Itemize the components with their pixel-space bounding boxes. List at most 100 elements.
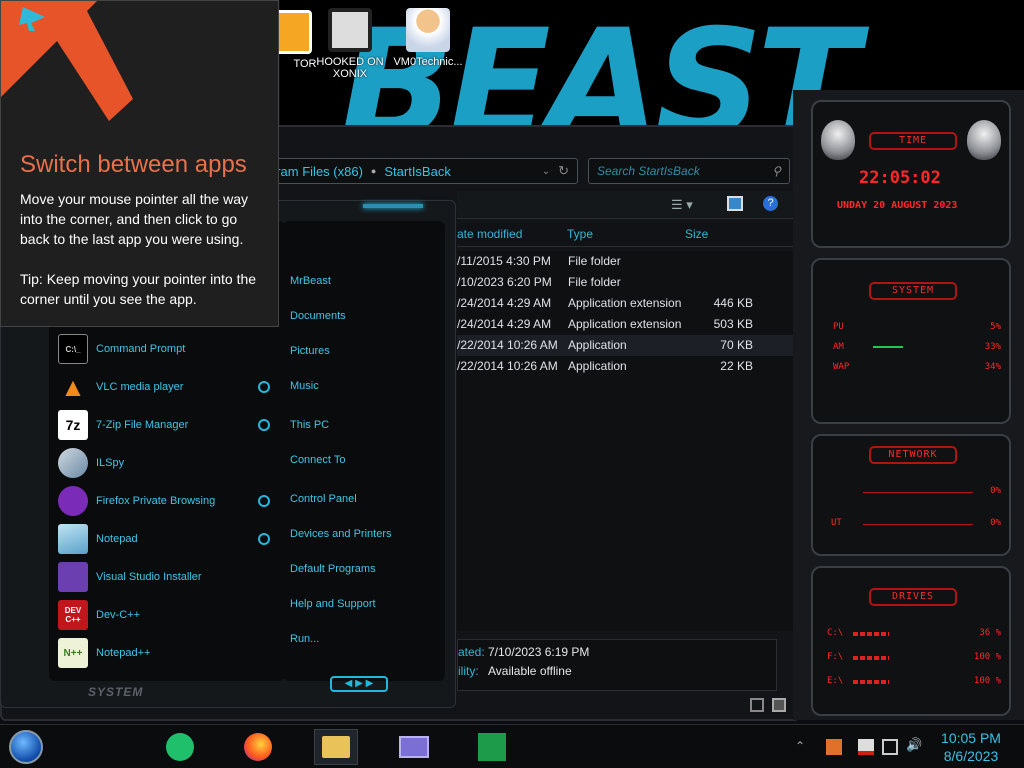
column-type[interactable]: Type xyxy=(567,227,593,241)
desktop-icon-hooked-on-xonix[interactable]: HOOKED ON XONIX xyxy=(314,8,386,80)
taskbar: ⌃ 🔊 10:05 PM 8/6/2023 xyxy=(0,724,1024,768)
table-row[interactable]: /10/2023 6:20 PM File folder xyxy=(457,272,793,293)
table-row[interactable]: /22/2014 10:26 AM Application 22 KB xyxy=(457,356,793,377)
show-hidden-icons-icon[interactable]: ⌃ xyxy=(795,739,811,755)
taskbar-chart-button[interactable] xyxy=(472,729,512,765)
net-out-value: 0% xyxy=(990,518,1001,528)
drive-e-value: 100 % xyxy=(973,676,1001,686)
file-date: /24/2014 4:29 AM xyxy=(457,317,552,331)
start-item-command-prompt[interactable]: C:\_ Command Prompt xyxy=(58,333,282,365)
place-this-pc[interactable]: This PC xyxy=(290,419,329,431)
7zip-icon: 7z xyxy=(58,410,88,440)
jumplist-icon[interactable] xyxy=(258,533,270,545)
place-help-support[interactable]: Help and Support xyxy=(290,598,376,610)
refresh-icon[interactable]: ↻ xyxy=(558,163,569,179)
devcpp-icon: DEV C++ xyxy=(58,600,88,630)
program-label: ILSpy xyxy=(96,457,125,469)
ram-value: 33% xyxy=(984,342,1001,352)
start-item-7zip[interactable]: 7z 7-Zip File Manager xyxy=(58,409,282,441)
taskbar-notes-button[interactable] xyxy=(160,729,200,765)
address-path[interactable]: gram Files (x86) xyxy=(269,164,363,179)
action-center-icon[interactable] xyxy=(858,739,874,755)
desktop-icon-label: VM0Technic... xyxy=(393,56,463,68)
file-size: 70 KB xyxy=(720,338,753,352)
corner-arrow-icon xyxy=(1,1,133,121)
table-row[interactable]: /11/2015 4:30 PM File folder xyxy=(457,251,793,272)
address-current[interactable]: StartIsBack xyxy=(384,164,450,179)
column-size[interactable]: Size xyxy=(685,227,708,241)
place-pictures[interactable]: Pictures xyxy=(290,345,330,357)
nav-arrows-button[interactable]: ◀ ▶ ▶ xyxy=(330,676,388,692)
start-item-notepadpp[interactable]: N++ Notepad++ xyxy=(58,637,282,669)
address-bar[interactable]: gram Files (x86) ● StartIsBack ⌄ ↻ xyxy=(262,158,578,184)
date-value: UNDAY 20 AUGUST 2023 xyxy=(837,200,958,211)
search-input[interactable]: Search StartIsBack ⚲ xyxy=(588,158,790,184)
file-date: /22/2014 10:26 AM xyxy=(457,359,558,373)
desktop-icon-vm0[interactable]: VM0Technic... xyxy=(392,8,464,68)
start-item-devcpp[interactable]: DEV C++ Dev-C++ xyxy=(58,599,282,631)
place-control-panel[interactable]: Control Panel xyxy=(290,493,357,505)
system-label: SYSTEM xyxy=(88,685,144,699)
place-default-programs[interactable]: Default Programs xyxy=(290,563,376,575)
breadcrumb-separator-icon: ● xyxy=(370,166,377,176)
file-type: Application xyxy=(568,338,627,352)
column-date-modified[interactable]: ate modified xyxy=(457,227,522,241)
help-icon[interactable]: ? xyxy=(763,196,778,211)
search-icon[interactable]: ⚲ xyxy=(772,164,781,178)
table-row[interactable]: /24/2014 4:29 AM Application extension 4… xyxy=(457,293,793,314)
alien-head-icon xyxy=(821,120,855,160)
start-button[interactable] xyxy=(6,729,46,765)
notepadpp-icon: N++ xyxy=(58,638,88,668)
file-date: /22/2014 10:26 AM xyxy=(457,338,558,352)
system-gadget: SYSTEM PU 5% AM 33% WAP 34% xyxy=(811,258,1011,424)
details-value-availability: Available offline xyxy=(488,664,572,678)
cpu-graph xyxy=(873,346,903,348)
firefox-private-icon xyxy=(58,486,88,516)
volume-icon[interactable]: 🔊 xyxy=(906,737,922,753)
drive-f-label: F:\ xyxy=(827,652,844,662)
chevron-down-icon[interactable]: ⌄ xyxy=(542,166,550,177)
taskbar-window-button[interactable] xyxy=(394,729,434,765)
clock[interactable]: 10:05 PM 8/6/2023 xyxy=(930,729,1012,765)
start-item-vlc[interactable]: ▲ VLC media player xyxy=(58,371,282,403)
net-graph-line xyxy=(863,524,973,525)
table-row[interactable]: /22/2014 10:26 AM Application 70 KB xyxy=(457,335,793,356)
jumplist-icon[interactable] xyxy=(258,495,270,507)
drives-gadget: DRIVES C:\ 36 % F:\ 100 % E:\ 100 % xyxy=(811,566,1011,716)
start-item-notepad[interactable]: Notepad xyxy=(58,523,282,555)
gadget-sidebar: TIME 22:05:02 UNDAY 20 AUGUST 2023 SYSTE… xyxy=(793,90,1024,720)
preview-pane-icon[interactable] xyxy=(727,196,743,211)
file-type: File folder xyxy=(568,254,621,268)
place-mrbeast[interactable]: MrBeast xyxy=(290,275,331,287)
start-item-firefox-private[interactable]: Firefox Private Browsing xyxy=(58,485,282,517)
view-options-icon[interactable]: ☰ ▾ xyxy=(671,197,693,213)
ram-label: AM xyxy=(833,342,844,352)
tray-app-icon[interactable] xyxy=(826,739,842,755)
doctor-icon xyxy=(406,8,450,52)
details-view-icon[interactable] xyxy=(750,698,764,712)
network-icon[interactable] xyxy=(882,739,898,755)
details-label-created: ated: xyxy=(458,645,485,659)
taskbar-explorer-button[interactable] xyxy=(314,729,358,765)
cpu-label: PU xyxy=(833,322,844,332)
start-item-ilspy[interactable]: ILSpy xyxy=(58,447,282,479)
jumplist-icon[interactable] xyxy=(258,419,270,431)
table-row[interactable]: /24/2014 4:29 AM Application extension 5… xyxy=(457,314,793,335)
place-run[interactable]: Run... xyxy=(290,633,319,645)
start-item-vs-installer[interactable]: Visual Studio Installer xyxy=(58,561,282,593)
place-devices-printers[interactable]: Devices and Printers xyxy=(290,528,392,540)
time-value: 22:05:02 xyxy=(859,168,941,188)
large-icons-view-icon[interactable] xyxy=(772,698,786,712)
place-documents[interactable]: Documents xyxy=(290,310,346,322)
file-size: 446 KB xyxy=(713,296,753,310)
jumplist-icon[interactable] xyxy=(258,381,270,393)
vlc-icon: ▲ xyxy=(60,371,86,402)
taskbar-firefox-button[interactable] xyxy=(238,729,278,765)
tip-body: Move your mouse pointer all the way into… xyxy=(20,191,248,247)
drive-f-bar xyxy=(853,656,889,660)
cpu-value: 5% xyxy=(990,322,1001,332)
net-graph-line xyxy=(863,492,973,493)
place-connect-to[interactable]: Connect To xyxy=(290,454,345,466)
place-music[interactable]: Music xyxy=(290,380,319,392)
details-label-availability: ility: xyxy=(458,664,479,678)
